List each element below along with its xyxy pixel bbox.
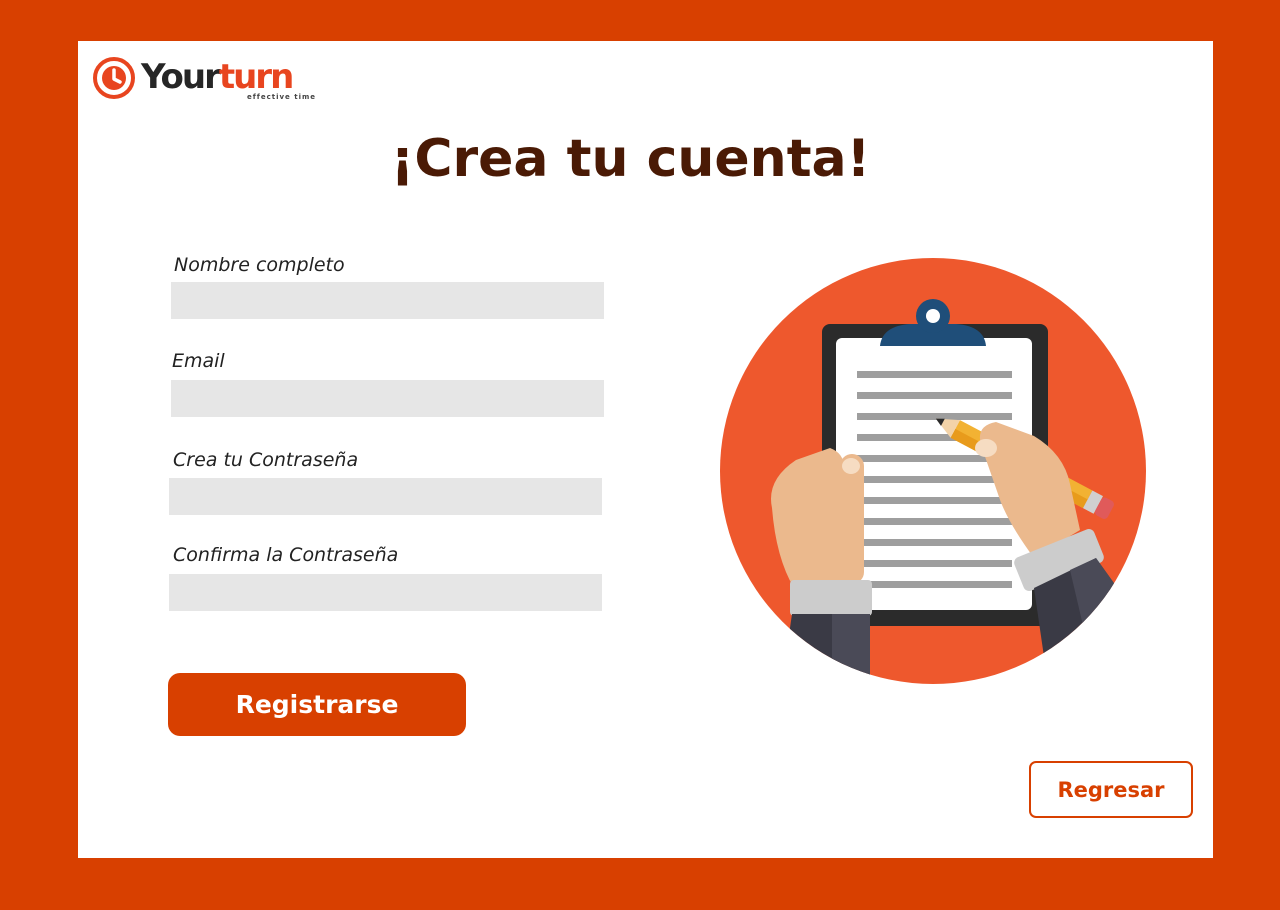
- back-button[interactable]: Regresar: [1029, 761, 1193, 818]
- logo-word-turn: turn: [218, 57, 294, 97]
- confirm-password-input[interactable]: [169, 574, 602, 611]
- clipboard-writing-illustration: [720, 258, 1146, 684]
- logo-wordmark: Yourturn: [141, 57, 294, 97]
- create-password-input[interactable]: [169, 478, 602, 515]
- page-title: ¡Crea tu cuenta!: [390, 129, 871, 189]
- full-name-input[interactable]: [171, 282, 604, 319]
- email-label: Email: [172, 350, 225, 372]
- signup-card: Yourturn effective time ¡Crea tu cuenta!…: [78, 41, 1213, 858]
- logo-word-your: Your: [141, 57, 221, 97]
- email-input[interactable]: [171, 380, 604, 417]
- register-button[interactable]: Registrarse: [168, 673, 466, 736]
- create-password-label: Crea tu Contraseña: [173, 449, 359, 471]
- logo-tagline: effective time: [247, 93, 317, 101]
- clock-logo-icon: [93, 57, 135, 99]
- full-name-label: Nombre completo: [174, 254, 345, 276]
- confirm-password-label: Confirma la Contraseña: [173, 544, 399, 566]
- brand-logo: Yourturn effective time: [93, 55, 333, 105]
